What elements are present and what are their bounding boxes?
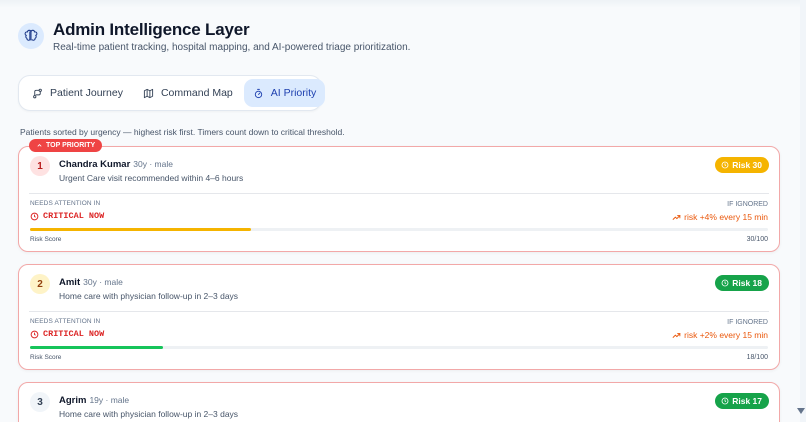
- patient-name-line: Agrim 19y · male: [59, 395, 129, 406]
- patient-meta: 30y · male: [133, 159, 173, 169]
- route-icon: [33, 88, 42, 98]
- tab-command-map[interactable]: Command Map: [134, 79, 242, 107]
- risk-score-label: Risk Score: [30, 236, 62, 243]
- risk-trend: risk +4% every 15 min: [672, 212, 768, 222]
- if-ignored-label: IF IGNORED: [727, 319, 768, 326]
- patient-name: Chandra Kumar: [59, 159, 131, 170]
- map-icon: [143, 88, 154, 98]
- view-tabs: Patient Journey Command Map AI Priority: [18, 75, 326, 111]
- risk-trend: risk +2% every 15 min: [672, 330, 768, 340]
- patient-card[interactable]: TOP PRIORITY 1 Chandra Kumar 30y · male U…: [18, 139, 780, 252]
- timer-icon: [254, 88, 262, 98]
- rank-badge: 1: [30, 156, 50, 176]
- patient-meta: 30y · male: [83, 277, 123, 287]
- countdown-status: CRITICAL NOW: [30, 211, 104, 221]
- if-ignored-label: IF IGNORED: [727, 201, 768, 208]
- countdown-status: CRITICAL NOW: [30, 329, 104, 339]
- critical-text: CRITICAL NOW: [43, 211, 105, 221]
- trending-up-icon: [672, 332, 681, 338]
- needs-attention-label: NEEDS ATTENTION IN: [30, 200, 101, 207]
- needs-attention-label: NEEDS ATTENTION IN: [30, 318, 101, 325]
- divider: [29, 193, 769, 194]
- recommendation: Urgent Care visit recommended within 4–6…: [59, 173, 244, 183]
- patient-name: Agrim: [59, 395, 87, 406]
- risk-label: Risk 18: [732, 278, 762, 288]
- rank-badge: 2: [30, 274, 50, 294]
- chevron-up-icon: [37, 144, 42, 147]
- tab-label: AI Priority: [270, 87, 317, 99]
- risk-score-value: 30/100: [746, 236, 768, 243]
- tab-label: Patient Journey: [50, 87, 123, 99]
- risk-score-label: Risk Score: [30, 354, 62, 361]
- rank-badge: 3: [30, 392, 50, 412]
- patient-card[interactable]: 3 Agrim 19y · male Home care with physici…: [18, 382, 780, 422]
- patient-card[interactable]: 2 Amit 30y · male Home care with physicia…: [18, 264, 780, 370]
- clock-icon: [721, 279, 729, 287]
- risk-badge: Risk 18: [715, 275, 769, 291]
- risk-score-value: 18/100: [746, 354, 768, 361]
- recommendation: Home care with physician follow-up in 2–…: [59, 291, 239, 301]
- tab-label: Command Map: [160, 87, 233, 99]
- patient-name: Amit: [59, 277, 81, 288]
- page-subtitle: Real-time patient tracking, hospital map…: [53, 42, 411, 53]
- top-bar: [0, 0, 806, 8]
- scrollbar[interactable]: [800, 0, 806, 422]
- sort-hint: Patients sorted by urgency — highest ris…: [20, 127, 345, 137]
- risk-score-fill: [30, 346, 163, 349]
- trend-text: risk +2% every 15 min: [684, 330, 768, 340]
- clock-icon: [721, 397, 729, 405]
- top-priority-label: TOP PRIORITY: [46, 142, 96, 149]
- risk-score-bar: [30, 346, 768, 349]
- risk-score-bar: [30, 228, 768, 231]
- clock-icon: [721, 161, 729, 169]
- trend-text: risk +4% every 15 min: [684, 212, 768, 222]
- risk-label: Risk 17: [732, 396, 762, 406]
- clock-icon: [30, 212, 39, 220]
- brain-icon: [18, 23, 44, 49]
- critical-text: CRITICAL NOW: [43, 329, 105, 339]
- page-header: Admin Intelligence Layer Real-time patie…: [18, 20, 410, 53]
- trending-up-icon: [672, 214, 681, 220]
- scroll-down-arrow-icon[interactable]: [797, 408, 805, 414]
- risk-badge: Risk 17: [715, 393, 769, 409]
- patient-meta: 19y · male: [89, 395, 130, 405]
- divider: [29, 311, 769, 312]
- tab-ai-priority[interactable]: AI Priority: [243, 79, 326, 107]
- patient-name-line: Chandra Kumar 30y · male: [59, 159, 173, 170]
- recommendation: Home care with physician follow-up in 2–…: [59, 409, 239, 419]
- page-title: Admin Intelligence Layer: [53, 20, 250, 39]
- risk-score-fill: [30, 228, 252, 231]
- patient-name-line: Amit 30y · male: [59, 277, 123, 288]
- top-priority-badge: TOP PRIORITY: [29, 139, 103, 152]
- clock-icon: [30, 330, 39, 338]
- risk-label: Risk 30: [732, 160, 762, 170]
- risk-badge: Risk 30: [715, 157, 769, 173]
- tab-patient-journey[interactable]: Patient Journey: [23, 79, 132, 107]
